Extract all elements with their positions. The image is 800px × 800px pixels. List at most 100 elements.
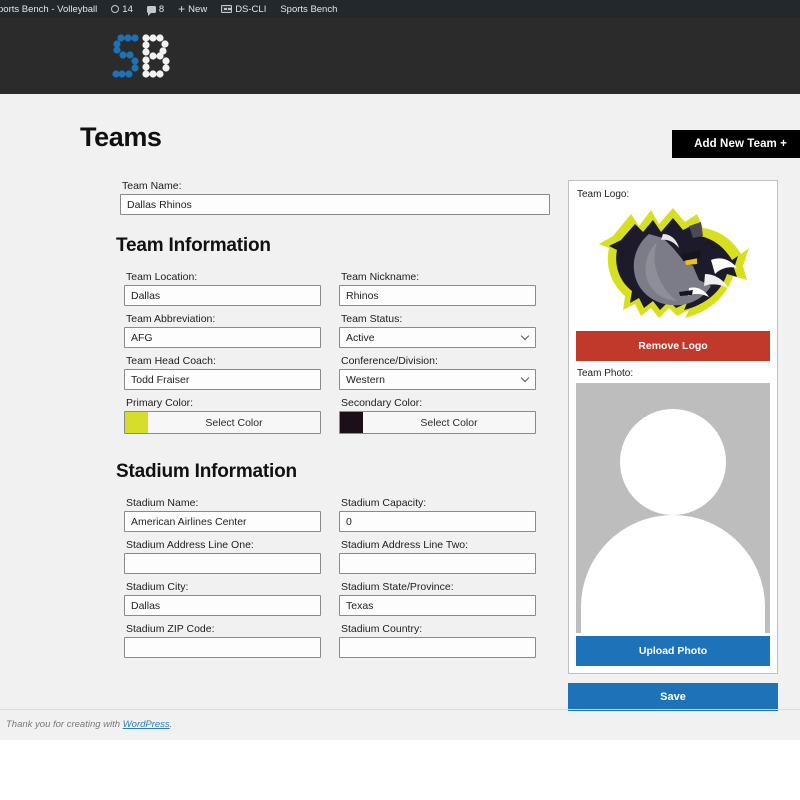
stadium-capacity-field-group: Stadium Capacity: bbox=[339, 497, 536, 532]
team-photo-preview bbox=[576, 383, 770, 633]
plus-icon: + bbox=[178, 3, 185, 15]
stadium-capacity-input[interactable] bbox=[339, 511, 536, 532]
primary-color-swatch bbox=[125, 412, 148, 433]
secondary-color-field-group: Secondary Color: Select Color bbox=[339, 397, 536, 434]
stadium-city-label: Stadium City: bbox=[126, 581, 321, 593]
team-name-label: Team Name: bbox=[122, 180, 550, 192]
adminbar-updates[interactable]: 14 bbox=[104, 0, 140, 18]
page-title: Teams bbox=[80, 122, 162, 153]
team-name-field-group: Team Name: bbox=[120, 180, 550, 215]
primary-color-picker[interactable]: Select Color bbox=[124, 411, 321, 434]
team-nickname-field-group: Team Nickname: bbox=[339, 271, 536, 306]
team-head-coach-field-group: Team Head Coach: bbox=[124, 355, 321, 390]
terminal-icon bbox=[221, 5, 232, 13]
team-location-label: Team Location: bbox=[126, 271, 321, 283]
stadium-address-two-label: Stadium Address Line Two: bbox=[341, 539, 536, 551]
adminbar-updates-count: 14 bbox=[122, 4, 133, 15]
team-nickname-input[interactable] bbox=[339, 285, 536, 306]
secondary-color-swatch bbox=[340, 412, 363, 433]
adminbar-sports-bench-label: Sports Bench bbox=[280, 4, 337, 15]
site-masthead bbox=[0, 18, 800, 94]
stadium-address-one-input[interactable] bbox=[124, 553, 321, 574]
person-placeholder-icon-head bbox=[620, 409, 726, 515]
secondary-color-picker[interactable]: Select Color bbox=[339, 411, 536, 434]
admin-footer: Thank you for creating with WordPress. bbox=[0, 709, 800, 730]
stadium-zip-label: Stadium ZIP Code: bbox=[126, 623, 321, 635]
stadium-zip-field-group: Stadium ZIP Code: bbox=[124, 623, 321, 658]
adminbar-new-label: New bbox=[188, 4, 207, 15]
stadium-name-input[interactable] bbox=[124, 511, 321, 532]
team-abbreviation-input[interactable] bbox=[124, 327, 321, 348]
team-head-coach-input[interactable] bbox=[124, 369, 321, 390]
team-photo-label: Team Photo: bbox=[577, 368, 770, 379]
stadium-information-grid: Stadium Name: Stadium Address Line One: … bbox=[110, 497, 550, 665]
team-location-field-group: Team Location: bbox=[124, 271, 321, 306]
primary-color-button-label: Select Color bbox=[148, 412, 320, 433]
updates-icon bbox=[111, 5, 119, 13]
remove-logo-button[interactable]: Remove Logo bbox=[576, 331, 770, 361]
team-abbreviation-label: Team Abbreviation: bbox=[126, 313, 321, 325]
stadium-country-label: Stadium Country: bbox=[341, 623, 536, 635]
adminbar-new-content[interactable]: + New bbox=[171, 0, 214, 18]
stadium-state-input[interactable] bbox=[339, 595, 536, 616]
primary-color-field-group: Primary Color: Select Color bbox=[124, 397, 321, 434]
stadium-address-two-input[interactable] bbox=[339, 553, 536, 574]
team-info-right-column: Team Nickname: Team Status: Active Confe… bbox=[339, 271, 536, 441]
conference-division-label: Conference/Division: bbox=[341, 355, 536, 367]
team-edit-form: Team Name: Team Information Team Locatio… bbox=[0, 158, 800, 711]
team-information-grid: Team Location: Team Abbreviation: Team H… bbox=[110, 271, 550, 441]
conference-division-field-group: Conference/Division: Western bbox=[339, 355, 536, 390]
team-nickname-label: Team Nickname: bbox=[341, 271, 536, 283]
below-fold-whitespace bbox=[0, 740, 800, 800]
stadium-address-two-field-group: Stadium Address Line Two: bbox=[339, 539, 536, 574]
wordpress-link[interactable]: WordPress bbox=[123, 719, 170, 730]
team-head-coach-label: Team Head Coach: bbox=[126, 355, 321, 367]
team-information-heading: Team Information bbox=[116, 235, 550, 257]
team-logo-label: Team Logo: bbox=[577, 189, 770, 200]
team-logo-preview bbox=[576, 204, 770, 328]
stadium-right-column: Stadium Capacity: Stadium Address Line T… bbox=[339, 497, 536, 665]
team-status-field-group: Team Status: Active bbox=[339, 313, 536, 348]
add-new-team-button[interactable]: Add New Team + bbox=[672, 130, 800, 158]
stadium-state-label: Stadium State/Province: bbox=[341, 581, 536, 593]
form-column: Team Name: Team Information Team Locatio… bbox=[110, 180, 550, 711]
stadium-city-field-group: Stadium City: bbox=[124, 581, 321, 616]
adminbar-sports-bench[interactable]: Sports Bench bbox=[273, 0, 344, 18]
adminbar-comments-count: 8 bbox=[159, 4, 164, 15]
footer-text-after: . bbox=[170, 719, 173, 730]
stadium-left-column: Stadium Name: Stadium Address Line One: … bbox=[124, 497, 321, 665]
primary-color-label: Primary Color: bbox=[126, 397, 321, 409]
conference-division-select[interactable]: Western bbox=[339, 369, 536, 390]
media-card: Team Logo: bbox=[568, 180, 778, 674]
footer-text-before: Thank you for creating with bbox=[6, 719, 123, 730]
sports-bench-sb-logo-icon[interactable] bbox=[110, 30, 172, 82]
team-location-input[interactable] bbox=[124, 285, 321, 306]
stadium-city-input[interactable] bbox=[124, 595, 321, 616]
secondary-color-label: Secondary Color: bbox=[341, 397, 536, 409]
stadium-capacity-label: Stadium Capacity: bbox=[341, 497, 536, 509]
stadium-country-field-group: Stadium Country: bbox=[339, 623, 536, 658]
secondary-color-button-label: Select Color bbox=[363, 412, 535, 433]
team-status-select[interactable]: Active bbox=[339, 327, 536, 348]
team-abbreviation-field-group: Team Abbreviation: bbox=[124, 313, 321, 348]
stadium-name-field-group: Stadium Name: bbox=[124, 497, 321, 532]
wp-admin-bar[interactable]: ports Bench - Volleyball 14 8 + New DS-C… bbox=[0, 0, 800, 18]
adminbar-ds-cli[interactable]: DS-CLI bbox=[214, 0, 273, 18]
team-info-left-column: Team Location: Team Abbreviation: Team H… bbox=[124, 271, 321, 441]
adminbar-comments[interactable]: 8 bbox=[140, 0, 171, 18]
stadium-zip-input[interactable] bbox=[124, 637, 321, 658]
person-placeholder-icon-body bbox=[581, 515, 765, 633]
adminbar-ds-cli-label: DS-CLI bbox=[235, 4, 266, 15]
save-button[interactable]: Save bbox=[568, 683, 778, 711]
team-name-input[interactable] bbox=[120, 194, 550, 215]
upload-photo-button[interactable]: Upload Photo bbox=[576, 636, 770, 666]
rhino-mascot-logo-icon bbox=[593, 204, 753, 329]
stadium-country-input[interactable] bbox=[339, 637, 536, 658]
page-header: Teams Add New Team + bbox=[0, 94, 800, 158]
stadium-information-heading: Stadium Information bbox=[116, 461, 550, 483]
stadium-name-label: Stadium Name: bbox=[126, 497, 321, 509]
adminbar-site-name[interactable]: ports Bench - Volleyball bbox=[0, 0, 104, 18]
stadium-address-one-field-group: Stadium Address Line One: bbox=[124, 539, 321, 574]
media-column: Team Logo: bbox=[568, 180, 778, 711]
stadium-address-one-label: Stadium Address Line One: bbox=[126, 539, 321, 551]
